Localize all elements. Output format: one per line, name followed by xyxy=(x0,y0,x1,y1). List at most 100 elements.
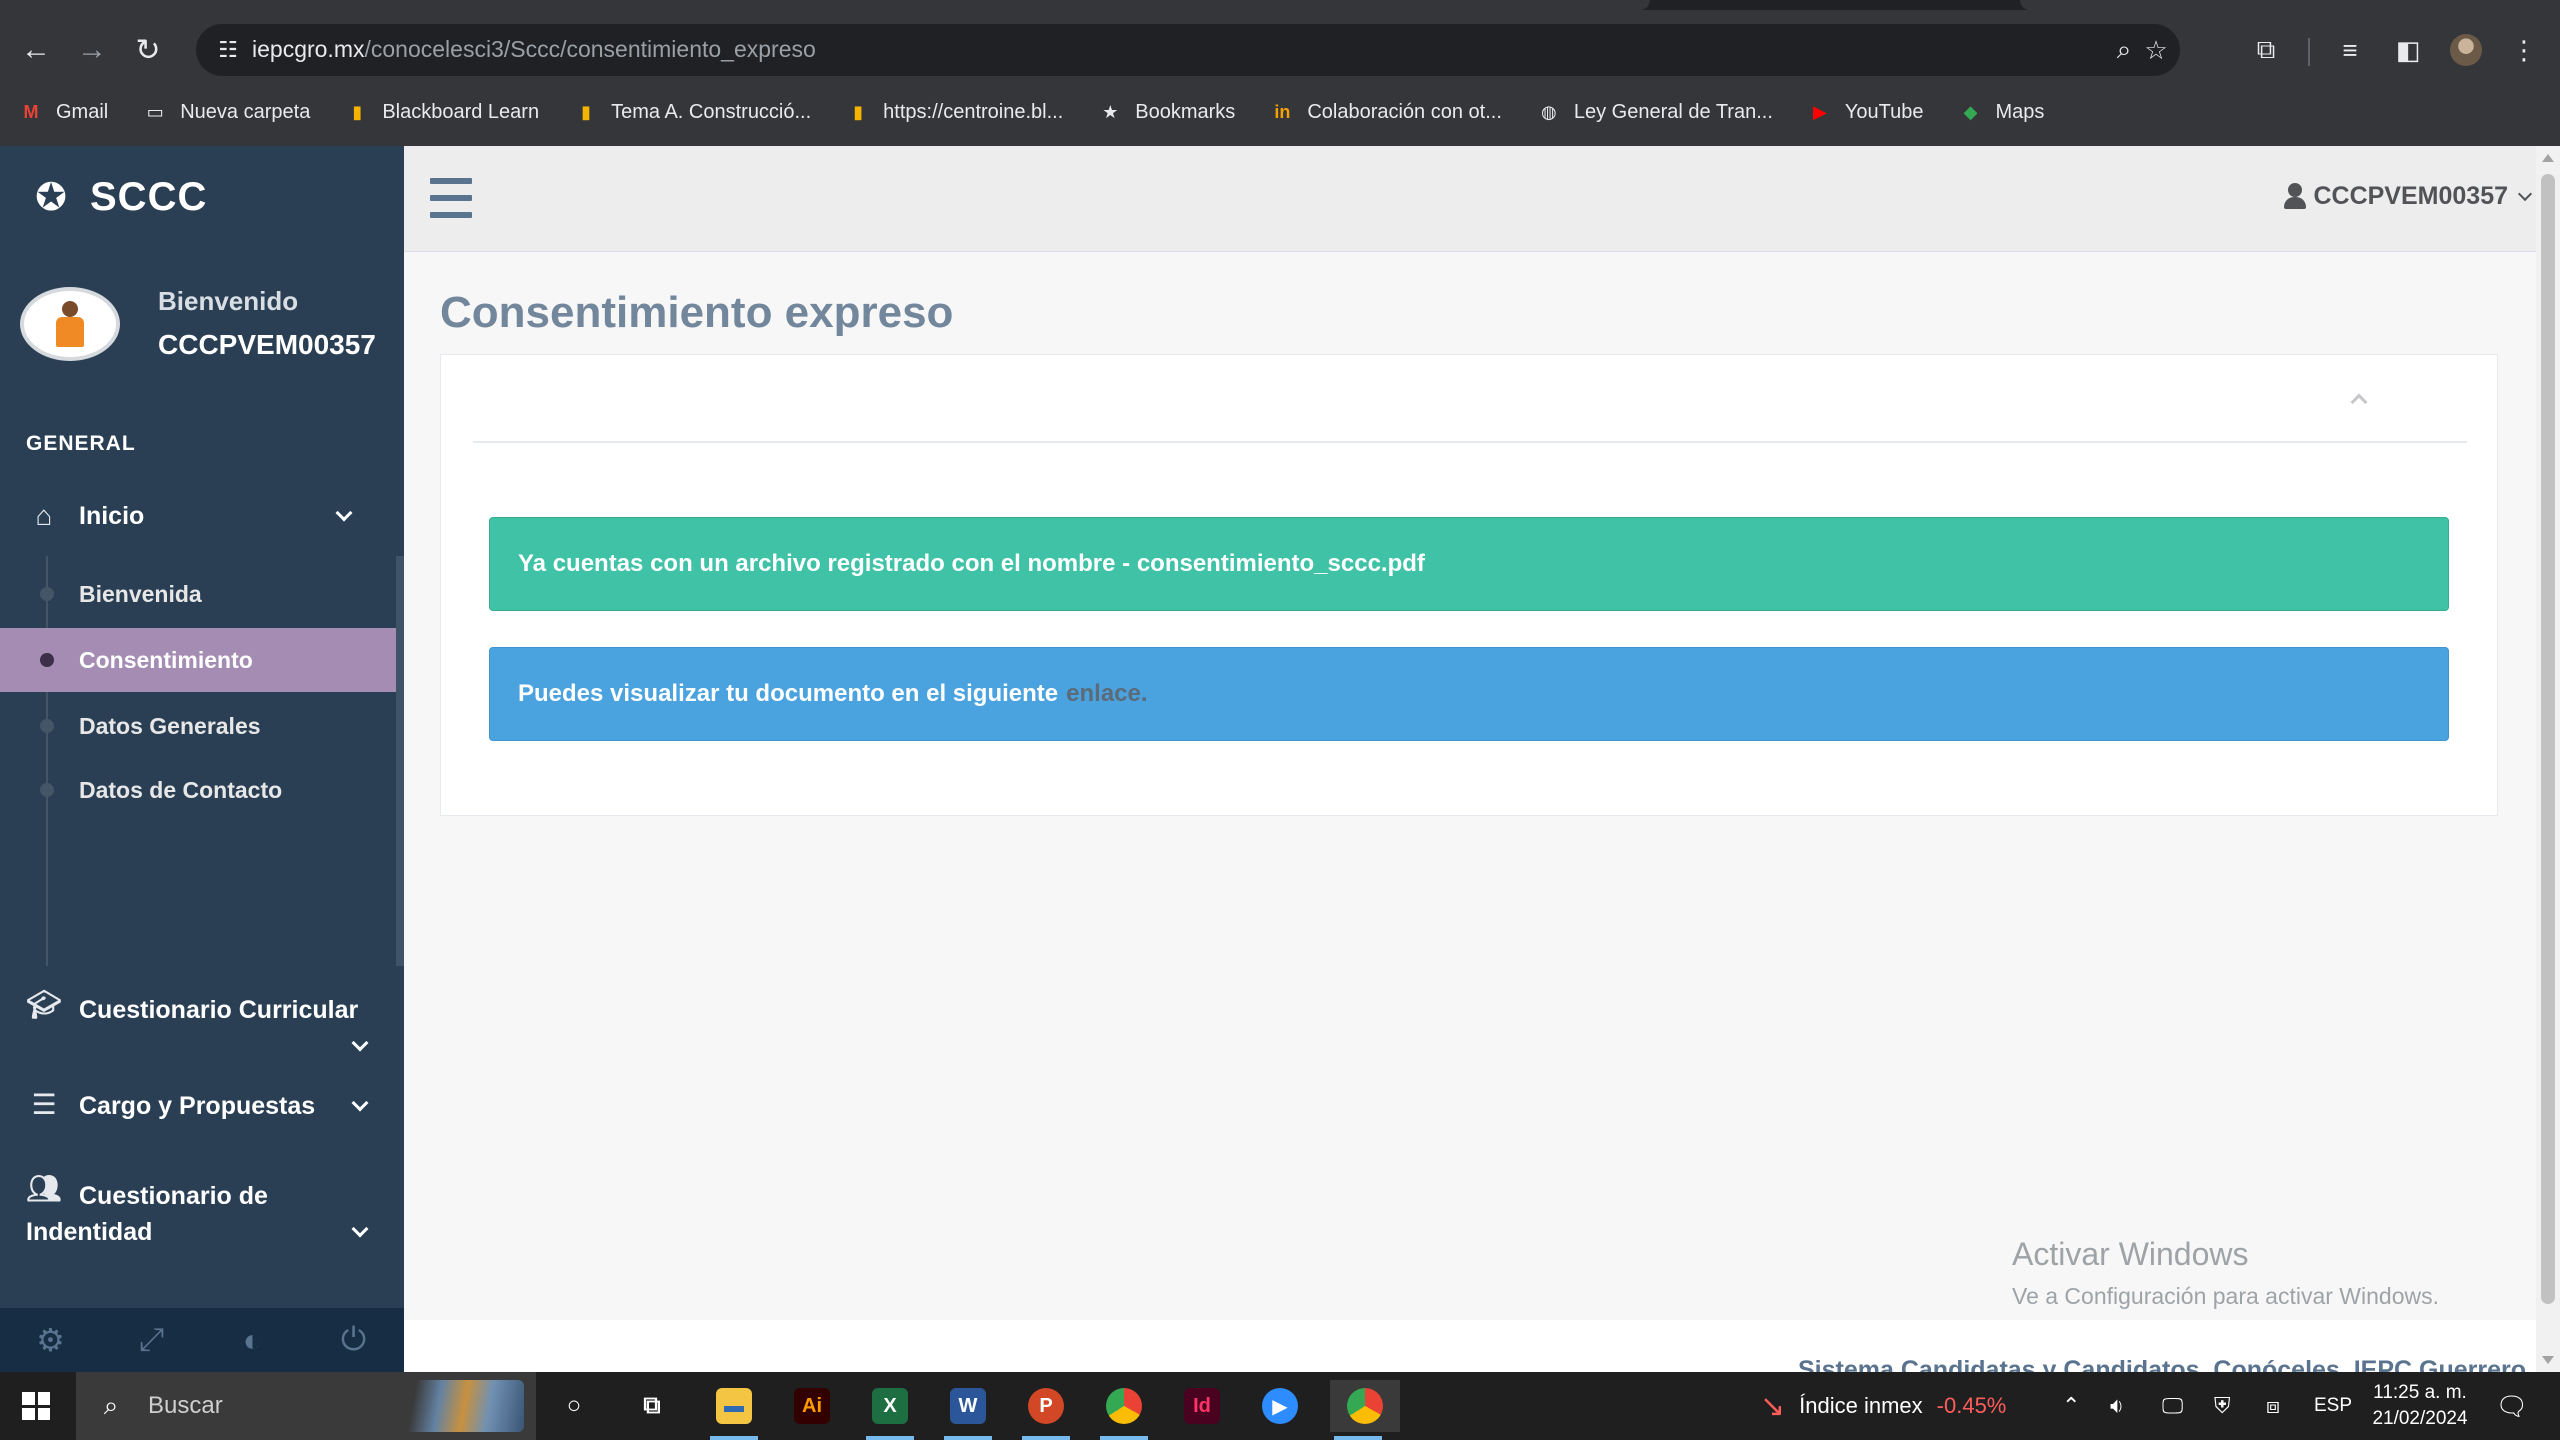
bookmark-gmail[interactable]: M Gmail xyxy=(18,99,109,125)
user-dropdown[interactable]: CCCPVEM00357 xyxy=(2283,182,2533,211)
side-panel-icon[interactable]: ◧ xyxy=(2386,28,2430,72)
media-controls-icon[interactable]: ≡ xyxy=(2328,28,2372,72)
bookmark-nueva-carpeta[interactable]: ▭ Nueva carpeta xyxy=(142,99,311,125)
scroll-down-icon[interactable] xyxy=(2542,1356,2554,1364)
sidebar-item-cuestionario-curricular[interactable]: 🎓︎ Cuestionario Curricular xyxy=(0,984,404,1064)
windows-start-icon[interactable] xyxy=(16,1386,56,1426)
taskbar-search-label: Buscar xyxy=(148,1392,223,1419)
sidebar-subitem-datos-generales[interactable]: Datos Generales xyxy=(0,694,396,758)
bookmark-colaboracion[interactable]: in Colaboración con ot... xyxy=(1269,99,1502,125)
word-icon[interactable]: W xyxy=(940,1380,996,1440)
sidebar-item-cargo-propuestas[interactable]: ☰ Cargo y Propuestas xyxy=(0,1076,404,1136)
file-explorer-icon[interactable]: ▬ xyxy=(706,1380,762,1440)
windows-activation-watermark: Activar Windows Ve a Configuración para … xyxy=(2012,1236,2439,1309)
cortana-icon[interactable]: ○ xyxy=(546,1380,602,1432)
fullscreen-icon[interactable]: ⤢ xyxy=(101,1308,202,1372)
bookmark-centroine[interactable]: ▮ https://centroine.bl... xyxy=(845,99,1063,125)
chevron-down-icon xyxy=(348,1094,372,1118)
scrollbar-thumb[interactable] xyxy=(2541,174,2555,1304)
language-indicator[interactable]: ESP xyxy=(2314,1372,2352,1440)
powerpoint-icon[interactable]: P xyxy=(1018,1380,1074,1440)
chrome-profile-icon[interactable] xyxy=(1096,1380,1152,1440)
bullet-icon xyxy=(40,653,54,667)
sidebar: ✪ SCCC Bienvenido CCCPVEM00357 GENERAL ⌂… xyxy=(0,146,404,1372)
eye-slash-icon[interactable]: ◐ xyxy=(202,1308,303,1372)
zoom-app-icon[interactable]: ▶ xyxy=(1252,1380,1308,1432)
scroll-up-icon[interactable] xyxy=(2542,154,2554,162)
notifications-icon[interactable]: 🗨︎ xyxy=(2492,1386,2532,1426)
reload-icon[interactable]: ↻ xyxy=(126,28,170,72)
taskbar-clock[interactable]: 11:25 a. m. 21/02/2024 xyxy=(2360,1380,2480,1432)
ticker-change: -0.45% xyxy=(1936,1393,2007,1418)
profile-block: Bienvenido CCCPVEM00357 xyxy=(20,286,376,361)
bookmark-youtube[interactable]: ▶ YouTube xyxy=(1807,99,1924,125)
tab-active[interactable] xyxy=(0,0,1650,10)
back-icon[interactable]: ← xyxy=(14,28,58,72)
section-title-general: GENERAL xyxy=(26,432,136,455)
bookmark-tema-a[interactable]: ▮ Tema A. Construcció... xyxy=(573,99,811,125)
browser-menu-icon[interactable]: ⋮ xyxy=(2502,28,2546,72)
bookmark-ley-general[interactable]: ◍ Ley General de Tran... xyxy=(1536,99,1773,125)
brand-name: SCCC xyxy=(90,174,208,219)
chevron-down-icon xyxy=(348,1220,372,1244)
document-link[interactable]: enlace. xyxy=(1066,680,1147,708)
excel-icon[interactable]: X xyxy=(862,1380,918,1440)
sidebar-subitem-datos-contacto[interactable]: Datos de Contacto xyxy=(0,758,396,822)
bookmark-maps[interactable]: ◆ Maps xyxy=(1957,99,2045,125)
chevron-down-icon xyxy=(332,504,356,528)
power-icon[interactable]: ⏻ xyxy=(303,1308,404,1372)
profile-avatar[interactable] xyxy=(2444,28,2488,72)
url-text[interactable]: iepcgro.mx/conocelesci3/Sccc/consentimie… xyxy=(252,36,816,63)
bookmark-star-icon[interactable]: ☆ xyxy=(2136,30,2176,70)
volume-icon[interactable]: 🔉︎ xyxy=(2110,1372,2124,1440)
tray-expand-icon[interactable]: ⌃ xyxy=(2062,1372,2080,1440)
site-settings-icon[interactable]: ☷ xyxy=(206,28,250,72)
device-icon[interactable]: ⧈ xyxy=(2266,1372,2280,1440)
profile-avatar-image xyxy=(2450,34,2482,66)
task-view-icon[interactable]: ⧉ xyxy=(624,1380,680,1432)
sidebar-subitem-consentimiento[interactable]: Consentimiento xyxy=(0,628,396,692)
user-dropdown-label: CCCPVEM00357 xyxy=(2313,182,2508,210)
clock-date: 21/02/2024 xyxy=(2372,1408,2468,1429)
sidebar-subitem-bienvenida[interactable]: Bienvenida xyxy=(0,562,396,626)
main-content: Consentimiento expreso Ya cuentas con un… xyxy=(404,252,2536,1320)
folder-icon: ▭ xyxy=(146,101,164,122)
chevron-down-icon xyxy=(2517,186,2533,201)
alert-success-text: Ya cuentas con un archivo registrado con… xyxy=(518,550,1425,577)
browser-chrome: ← → ↻ ☷ iepcgro.mx/conocelesci3/Sccc/con… xyxy=(0,0,2560,146)
sidebar-item-inicio[interactable]: ⌂ Inicio xyxy=(0,476,404,556)
content-panel: Ya cuentas con un archivo registrado con… xyxy=(440,354,2498,816)
sidebar-item-cuestionario-identidad[interactable]: 👥︎ Cuestionario de Indentidad xyxy=(0,1166,404,1256)
gmail-icon: M xyxy=(23,101,39,122)
sidebar-item-label: Inicio xyxy=(79,501,145,530)
taskbar-search[interactable]: ⌕ Buscar xyxy=(76,1372,536,1440)
maps-icon: ◆ xyxy=(1963,101,1978,122)
globe-icon: ◍ xyxy=(1541,101,1557,122)
indesign-icon[interactable]: Id xyxy=(1174,1380,1230,1432)
page-footer: Sistema Candidatas y Candidatos, Conócel… xyxy=(404,1320,2536,1372)
graduation-cap-icon: 🎓︎ xyxy=(26,988,62,1020)
security-shield-icon[interactable]: ⛨ xyxy=(2214,1372,2231,1440)
avatar xyxy=(20,286,120,361)
tab-inactive[interactable] xyxy=(2020,0,2560,10)
bookmark-bookmarks[interactable]: ★ Bookmarks xyxy=(1097,99,1235,125)
top-navbar: CCCPVEM00357 xyxy=(404,146,2536,252)
ticker-name: Índice inmex xyxy=(1799,1393,1923,1418)
page-scrollbar[interactable] xyxy=(2536,146,2560,1372)
address-bar[interactable]: ☷ iepcgro.mx/conocelesci3/Sccc/consentim… xyxy=(196,24,2180,76)
settings-gear-icon[interactable]: ⚙ xyxy=(0,1308,101,1372)
bookmark-blackboard[interactable]: ▮ Blackboard Learn xyxy=(344,99,539,125)
chevron-up-icon[interactable] xyxy=(2349,389,2369,411)
network-icon[interactable]: 🖵︎ xyxy=(2162,1372,2183,1440)
stock-ticker[interactable]: ↘ Índice inmex -0.45% xyxy=(1760,1372,2006,1440)
chrome-icon[interactable] xyxy=(1330,1380,1400,1440)
hamburger-menu-icon[interactable] xyxy=(430,178,474,218)
extensions-icon[interactable]: ⧉ xyxy=(2244,28,2288,72)
chevron-down-icon xyxy=(348,1034,372,1058)
forward-icon[interactable]: → xyxy=(70,28,114,72)
user-icon xyxy=(2283,182,2307,211)
brand[interactable]: ✪ SCCC xyxy=(26,172,207,222)
illustrator-icon[interactable]: Ai xyxy=(784,1380,840,1432)
search-icon: ⌕ xyxy=(103,1390,119,1420)
list-icon: ☰ xyxy=(31,1088,57,1120)
